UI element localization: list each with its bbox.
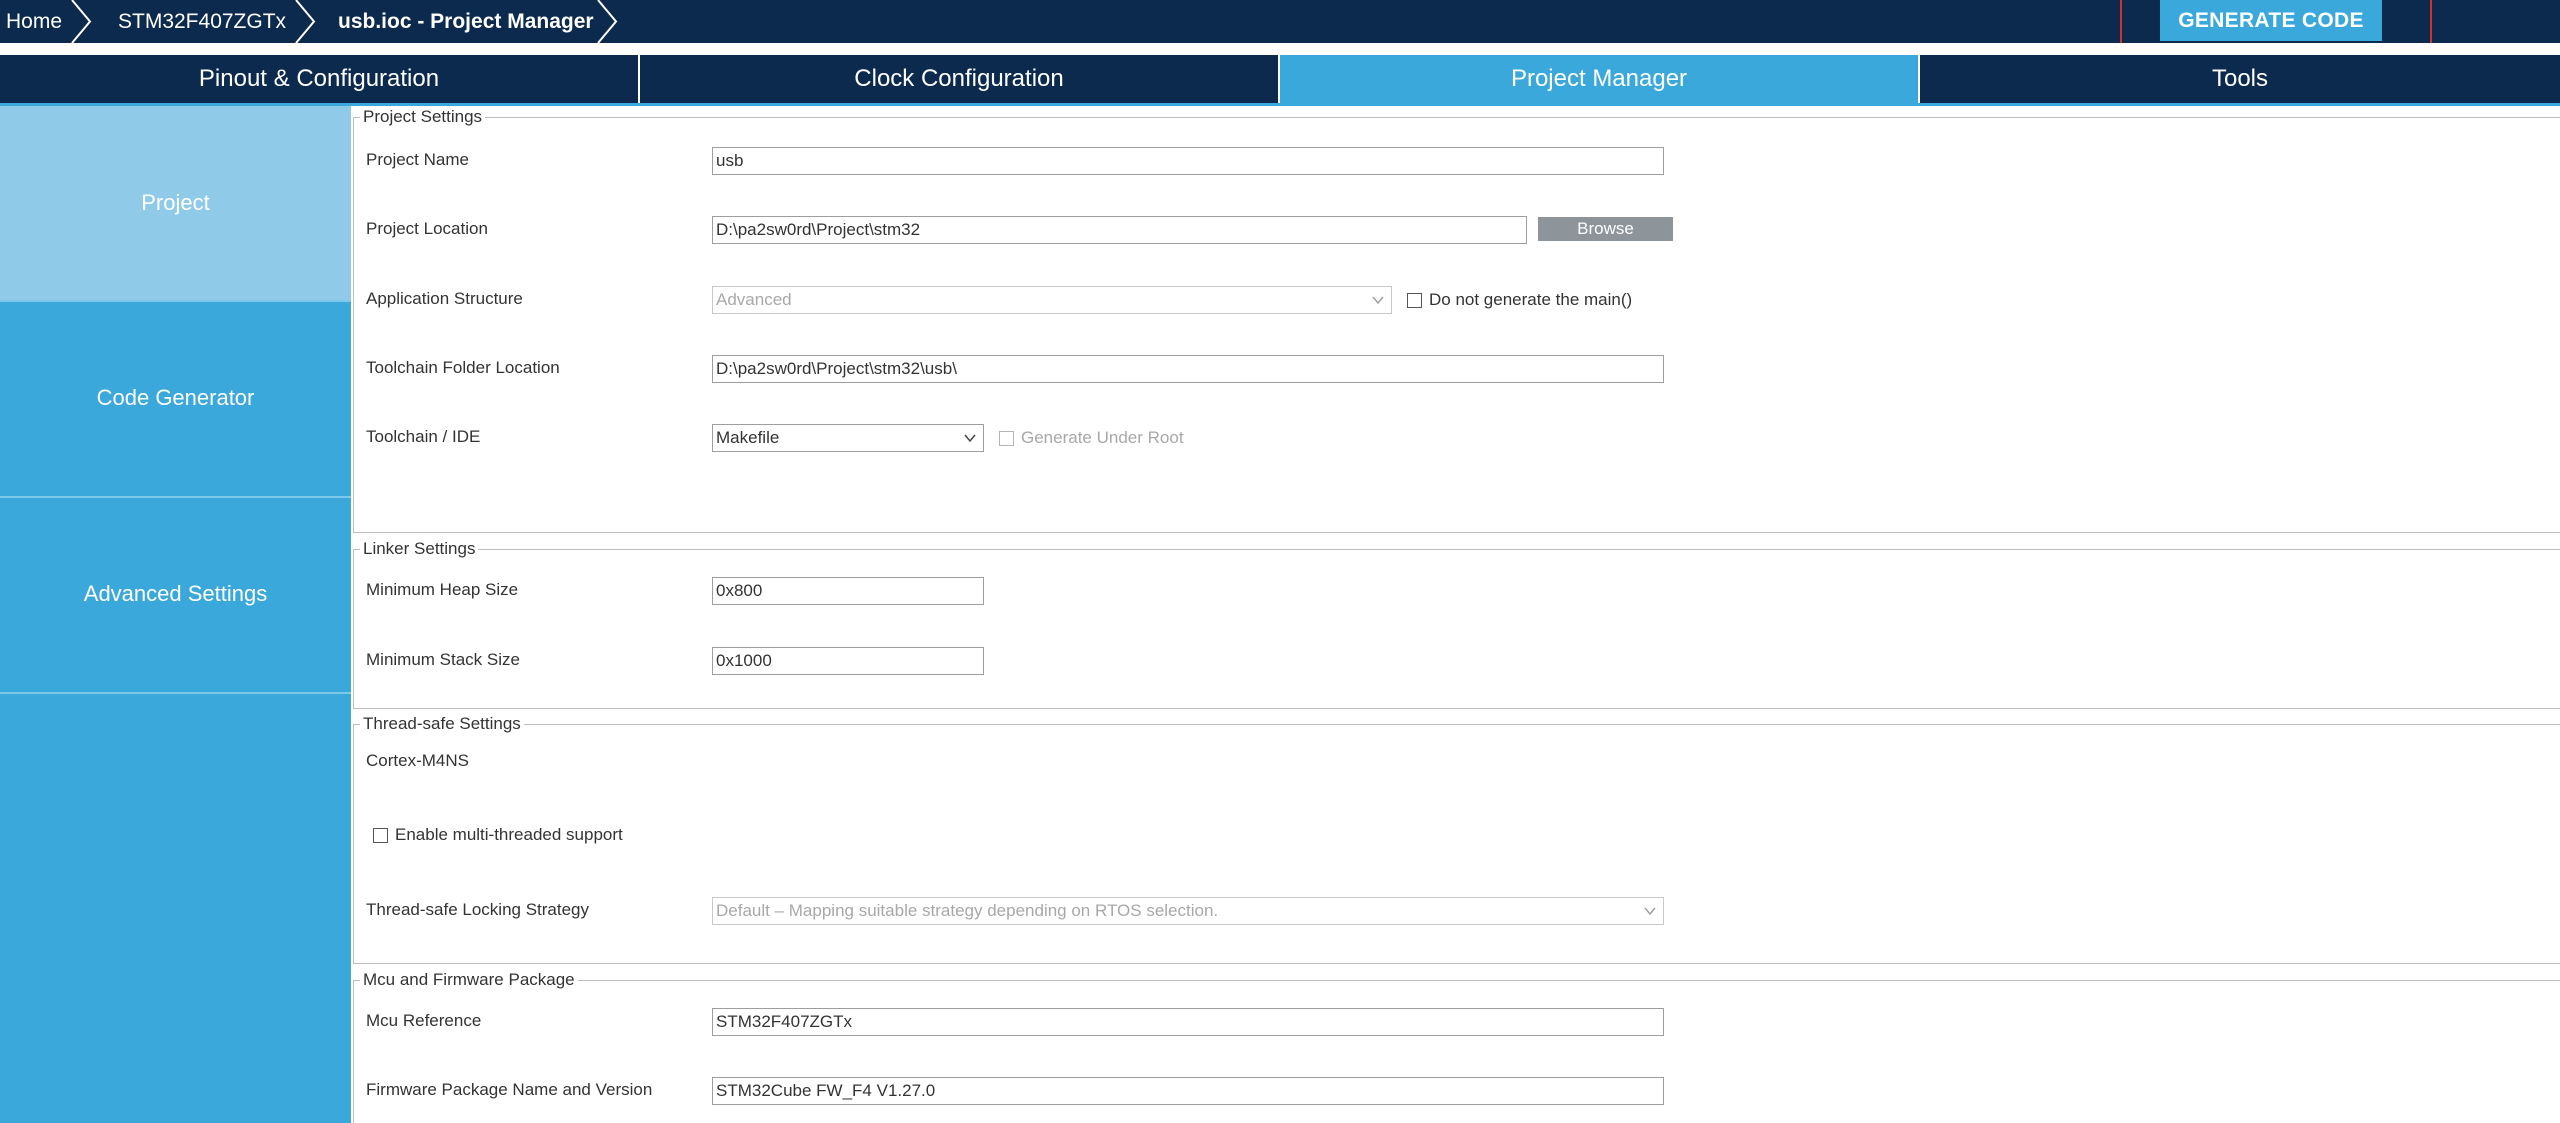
firmware-package-input: STM32Cube FW_F4 V1.27.0 xyxy=(712,1077,1664,1105)
project-name-label: Project Name xyxy=(366,150,469,169)
chevron-down-icon xyxy=(1644,907,1656,916)
group-title: Mcu and Firmware Package xyxy=(360,970,578,990)
sidebar-item-code-generator[interactable]: Code Generator xyxy=(0,302,351,498)
generate-under-root-label: Generate Under Root xyxy=(1021,428,1184,447)
chevron-right-icon xyxy=(71,0,92,43)
chevron-down-icon xyxy=(1372,296,1384,305)
min-stack-label: Minimum Stack Size xyxy=(366,650,520,669)
project-name-input[interactable]: usb xyxy=(712,147,1664,175)
core-name: Cortex-M4NS xyxy=(366,751,469,770)
group-title: Project Settings xyxy=(360,107,486,127)
chevron-right-icon xyxy=(597,0,618,43)
sidebar-item-advanced-settings[interactable]: Advanced Settings xyxy=(0,498,351,694)
multithread-checkbox[interactable]: Enable multi-threaded support xyxy=(373,825,623,845)
breadcrumb-mcu[interactable]: STM32F407ZGTx xyxy=(118,0,286,43)
chevron-right-icon xyxy=(295,0,316,43)
breadcrumb-current: usb.ioc - Project Manager xyxy=(338,10,594,33)
mcu-reference-label: Mcu Reference xyxy=(366,1011,482,1030)
tab-tools[interactable]: Tools xyxy=(1920,55,2560,103)
locking-strategy-select[interactable]: Default – Mapping suitable strategy depe… xyxy=(712,897,1664,925)
thread-safe-settings-group: Thread-safe Settings Cortex-M4NS Enable … xyxy=(353,714,2560,964)
project-location-input[interactable]: D:\pa2sw0rd\Project\stm32 xyxy=(712,216,1527,244)
sidebar-item-project[interactable]: Project xyxy=(0,106,351,302)
toolchain-ide-value: Makefile xyxy=(716,428,780,447)
main-tabs: Pinout & Configuration Clock Configurati… xyxy=(0,55,2560,103)
no-main-checkbox[interactable]: Do not generate the main() xyxy=(1407,290,1632,310)
multithread-label: Enable multi-threaded support xyxy=(395,825,623,844)
project-location-label: Project Location xyxy=(366,219,488,238)
tab-clock-configuration[interactable]: Clock Configuration xyxy=(640,55,1280,103)
project-settings-panel: Project Settings Project Name usb Projec… xyxy=(351,106,2560,1123)
group-title: Thread-safe Settings xyxy=(360,714,524,734)
breadcrumb-home[interactable]: Home xyxy=(6,0,62,43)
group-title: Linker Settings xyxy=(360,539,479,559)
checkbox-icon xyxy=(373,827,388,843)
sidebar: Project Code Generator Advanced Settings xyxy=(0,106,351,1123)
spacer xyxy=(0,43,2560,55)
sidebar-item-label: Code Generator xyxy=(96,385,255,410)
linker-settings-group: Linker Settings Minimum Heap Size 0x800 … xyxy=(353,539,2560,709)
chevron-down-icon xyxy=(964,434,976,443)
checkbox-icon xyxy=(999,430,1014,446)
mcu-firmware-group: Mcu and Firmware Package Mcu Reference S… xyxy=(353,970,2560,1123)
sidebar-item-label: Project xyxy=(141,190,210,215)
checkbox-icon xyxy=(1407,292,1422,308)
toolchain-ide-label: Toolchain / IDE xyxy=(366,427,481,446)
min-stack-input[interactable]: 0x1000 xyxy=(712,647,984,675)
browse-button[interactable]: Browse xyxy=(1538,217,1673,241)
generate-code-button[interactable]: GENERATE CODE xyxy=(2160,0,2382,41)
tab-project-manager[interactable]: Project Manager xyxy=(1280,55,1920,103)
sidebar-item-label: Advanced Settings xyxy=(83,581,268,606)
generate-under-root-checkbox[interactable]: Generate Under Root xyxy=(999,428,1184,448)
min-heap-label: Minimum Heap Size xyxy=(366,580,519,599)
firmware-package-label: Firmware Package Name and Version xyxy=(366,1080,653,1099)
application-structure-select[interactable]: Advanced xyxy=(712,286,1392,314)
mcu-reference-input: STM32F407ZGTx xyxy=(712,1008,1664,1036)
locking-strategy-value: Default – Mapping suitable strategy depe… xyxy=(716,901,1219,920)
tab-pinout-configuration[interactable]: Pinout & Configuration xyxy=(0,55,640,103)
toolchain-folder-input[interactable]: D:\pa2sw0rd\Project\stm32\usb\ xyxy=(712,355,1664,383)
min-heap-input[interactable]: 0x800 xyxy=(712,577,984,605)
project-settings-group: Project Settings Project Name usb Projec… xyxy=(353,107,2560,533)
locking-strategy-label: Thread-safe Locking Strategy xyxy=(366,900,590,919)
toolchain-ide-select[interactable]: Makefile xyxy=(712,424,984,452)
application-structure-label: Application Structure xyxy=(366,289,523,308)
top-bar: Home STM32F407ZGTx usb.ioc - Project Man… xyxy=(0,0,2560,43)
application-structure-value: Advanced xyxy=(716,290,792,309)
no-main-label: Do not generate the main() xyxy=(1429,290,1633,309)
toolchain-folder-label: Toolchain Folder Location xyxy=(366,358,560,377)
